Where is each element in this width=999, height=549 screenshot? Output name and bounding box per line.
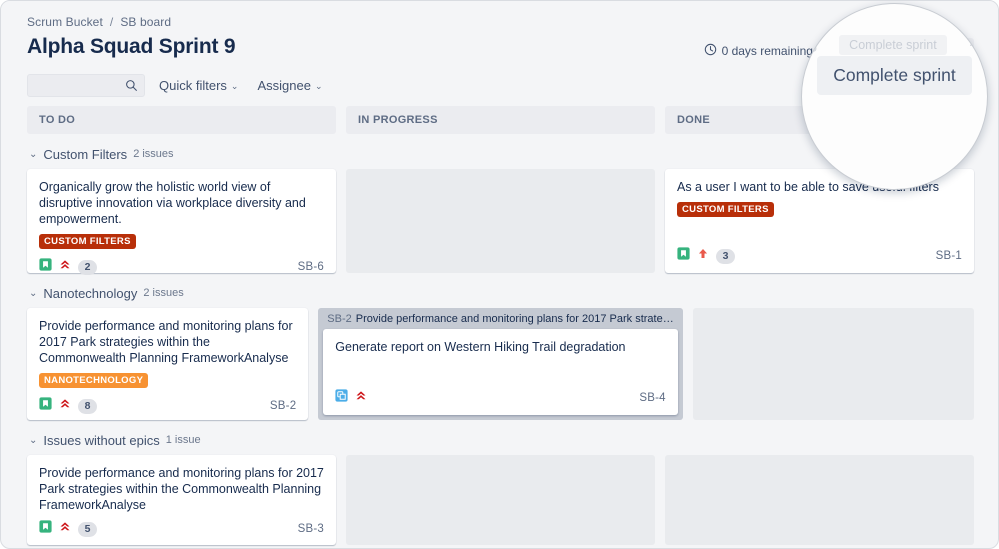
story-icon — [677, 247, 690, 265]
magnifier-ghost-card-text: ul filters — [802, 180, 987, 190]
story-icon — [39, 258, 52, 276]
breadcrumb-board[interactable]: SB board — [120, 15, 171, 29]
breadcrumb-project[interactable]: Scrum Bucket — [27, 15, 103, 29]
story-points-badge: 5 — [78, 522, 97, 537]
chevron-down-icon: ⌄ — [315, 81, 323, 92]
lane-cell-todo: Provide performance and monitoring plans… — [27, 455, 336, 545]
issue-card-footer: 8 SB-2 — [39, 397, 296, 415]
dropzone[interactable] — [346, 169, 655, 273]
search-icon — [125, 79, 138, 97]
swimlane-issue-count: 2 issues — [133, 148, 173, 160]
issue-card-dragging[interactable]: Generate report on Western Hiking Trail … — [323, 329, 677, 415]
column-header-inprogress[interactable]: IN PROGRESS — [346, 106, 655, 134]
drag-preview-wrapper[interactable]: SB-2 Provide performance and monitoring p… — [318, 308, 682, 420]
swimlane-issue-count: 1 issue — [166, 434, 201, 446]
lane-cell-done — [693, 308, 974, 420]
lane-cell-inprogress — [346, 169, 655, 273]
drag-source-title: Provide performance and monitoring plans… — [356, 313, 674, 325]
ghost-days-remaining: ng — [803, 38, 817, 52]
dropzone[interactable] — [665, 455, 974, 545]
assignee-label: Assignee — [257, 78, 310, 93]
issue-key[interactable]: SB-6 — [298, 261, 324, 273]
quick-filters-dropdown[interactable]: Quick filters ⌄ — [154, 75, 243, 96]
swimlane-header-issues-without-epics[interactable]: ⌄ Issues without epics 1 issue — [27, 433, 974, 448]
days-remaining: 0 days remaining — [704, 43, 813, 59]
epic-label[interactable]: CUSTOM FILTERS — [677, 202, 774, 217]
story-points-badge: 2 — [78, 260, 97, 275]
search-box[interactable] — [27, 74, 145, 97]
swimlane-row: Provide performance and monitoring plans… — [27, 308, 974, 420]
issue-key[interactable]: SB-1 — [936, 250, 962, 262]
issue-card-title: Provide performance and monitoring plans… — [39, 465, 324, 513]
issue-key[interactable]: SB-4 — [639, 392, 665, 404]
issue-card-footer: SB-4 — [335, 389, 665, 407]
magnifier-lens: ng Complete sprint ··· Complete sprint u… — [801, 3, 988, 190]
epic-label[interactable]: CUSTOM FILTERS — [39, 234, 136, 249]
issue-card[interactable]: Provide performance and monitoring plans… — [27, 455, 336, 545]
lane-cell-inprogress — [346, 455, 655, 545]
lane-cell-inprogress: SB-2 Provide performance and monitoring p… — [318, 308, 682, 420]
chevron-down-icon: ⌄ — [231, 81, 239, 92]
highest-priority-icon — [355, 389, 367, 407]
highest-priority-icon — [59, 397, 71, 415]
swimlane-header-nanotechnology[interactable]: ⌄ Nanotechnology 2 issues — [27, 286, 974, 301]
column-header-todo[interactable]: TO DO — [27, 106, 336, 134]
board-window: Scrum Bucket / SB board Alpha Squad Spri… — [0, 0, 999, 549]
high-priority-icon — [697, 247, 709, 265]
issue-card[interactable]: Provide performance and monitoring plans… — [27, 308, 308, 420]
days-remaining-label: 0 days remaining — [722, 44, 813, 58]
swimlane-row: Provide performance and monitoring plans… — [27, 455, 974, 545]
swimlane-name: Custom Filters — [43, 147, 127, 162]
magnifier-ghost-row: ng Complete sprint ··· — [802, 35, 987, 55]
assignee-dropdown[interactable]: Assignee ⌄ — [252, 75, 327, 96]
breadcrumb-separator: / — [110, 15, 113, 29]
swimlane-name: Issues without epics — [43, 433, 159, 448]
swimlane-name: Nanotechnology — [43, 286, 137, 301]
lane-cell-done — [665, 455, 974, 545]
swimlane-issue-count: 2 issues — [143, 287, 183, 299]
highest-priority-icon — [59, 258, 71, 276]
issue-card[interactable]: Organically grow the holistic world view… — [27, 169, 336, 273]
magnified-complete-sprint-button[interactable]: Complete sprint — [817, 56, 972, 95]
highest-priority-icon — [59, 520, 71, 538]
issue-key[interactable]: SB-3 — [298, 523, 324, 535]
drag-source-key: SB-2 — [327, 313, 351, 325]
story-points-badge: 8 — [78, 399, 97, 414]
story-icon — [39, 520, 52, 538]
ghost-more-menu: ··· — [969, 38, 986, 52]
story-points-badge: 3 — [716, 249, 735, 264]
story-icon — [39, 397, 52, 415]
issue-card-title: Provide performance and monitoring plans… — [39, 318, 296, 366]
chevron-down-icon: ⌄ — [29, 288, 37, 299]
clock-icon — [704, 43, 717, 59]
lane-cell-todo: Provide performance and monitoring plans… — [27, 308, 308, 420]
issue-card-footer: 5 SB-3 — [39, 520, 324, 538]
issue-card-footer: 2 SB-6 — [39, 258, 324, 276]
drag-source-label: SB-2 Provide performance and monitoring p… — [318, 308, 682, 329]
lane-cell-todo: Organically grow the holistic world view… — [27, 169, 336, 273]
issue-card-title: Organically grow the holistic world view… — [39, 179, 324, 227]
task-icon — [335, 389, 348, 407]
chevron-down-icon: ⌄ — [29, 149, 37, 160]
dropzone[interactable] — [693, 308, 974, 420]
dropzone[interactable] — [346, 455, 655, 545]
filter-bar: Quick filters ⌄ Assignee ⌄ — [27, 74, 327, 97]
issue-card-footer: 3 SB-1 — [677, 247, 962, 265]
epic-label[interactable]: NANOTECHNOLOGY — [39, 373, 148, 388]
chevron-down-icon: ⌄ — [29, 435, 37, 446]
issue-key[interactable]: SB-2 — [270, 400, 296, 412]
issue-card-title: Generate report on Western Hiking Trail … — [335, 339, 665, 355]
quick-filters-label: Quick filters — [159, 78, 227, 93]
ghost-complete-sprint-button: Complete sprint — [839, 35, 947, 55]
